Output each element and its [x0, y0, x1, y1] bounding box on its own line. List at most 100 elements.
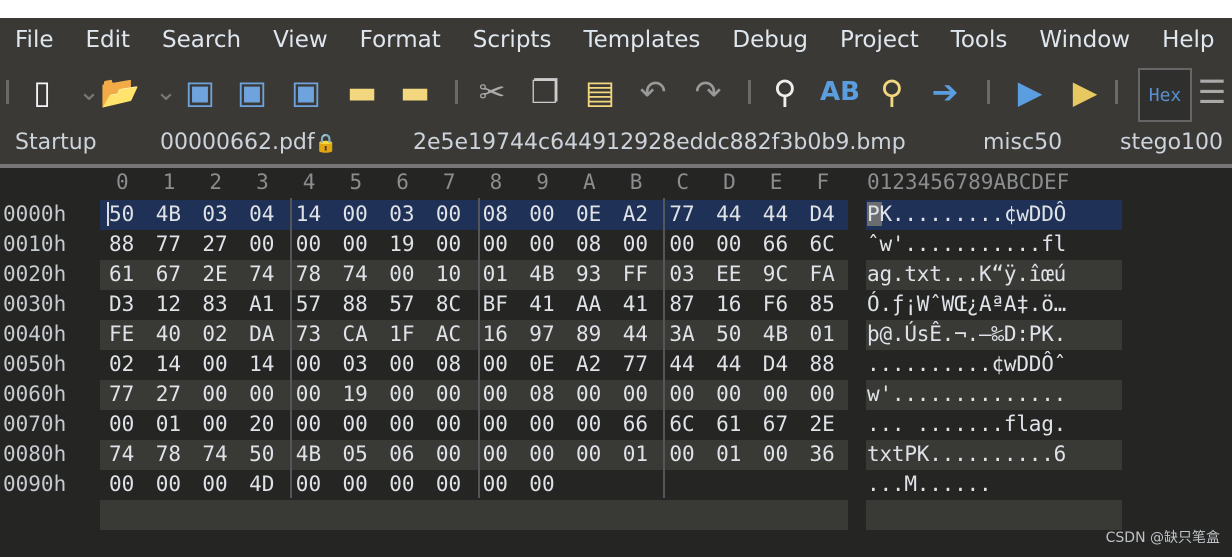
- hex-byte[interactable]: 44: [669, 352, 694, 376]
- hex-byte[interactable]: 78: [156, 442, 181, 466]
- hex-byte[interactable]: 00: [669, 382, 694, 406]
- hex-byte[interactable]: FE: [109, 322, 134, 346]
- hex-byte[interactable]: 4B: [763, 322, 788, 346]
- hex-byte[interactable]: 08: [436, 352, 461, 376]
- new-file-icon[interactable]: ▯: [22, 70, 62, 114]
- hex-byte[interactable]: 73: [296, 322, 321, 346]
- hex-byte[interactable]: 03: [202, 202, 227, 226]
- hex-byte[interactable]: 6C: [810, 232, 835, 256]
- hex-byte[interactable]: 00: [529, 472, 554, 496]
- hex-byte[interactable]: 85: [810, 292, 835, 316]
- hex-byte[interactable]: 74: [202, 442, 227, 466]
- tab-3[interactable]: misc50: [983, 130, 1062, 155]
- find-in-files-icon[interactable]: ⚲: [872, 70, 912, 114]
- hex-byte[interactable]: 01: [810, 322, 835, 346]
- hex-byte[interactable]: 88: [109, 232, 134, 256]
- menu-search[interactable]: Search: [162, 27, 241, 53]
- menu-window[interactable]: Window: [1039, 27, 1130, 53]
- hex-byte[interactable]: 16: [716, 292, 741, 316]
- redo-icon[interactable]: ↷: [688, 70, 728, 114]
- hex-byte[interactable]: 00: [436, 472, 461, 496]
- hex-byte[interactable]: A1: [249, 292, 274, 316]
- hex-byte[interactable]: 00: [529, 412, 554, 436]
- menu-view[interactable]: View: [273, 27, 328, 53]
- save-icon[interactable]: ▣: [180, 70, 220, 114]
- hex-byte[interactable]: 00: [296, 472, 321, 496]
- hex-byte[interactable]: D3: [109, 292, 134, 316]
- hex-byte[interactable]: 00: [296, 382, 321, 406]
- hex-byte[interactable]: 00: [436, 202, 461, 226]
- compare-icon[interactable]: ☰: [1192, 70, 1232, 114]
- hex-byte[interactable]: 00: [202, 382, 227, 406]
- menu-help[interactable]: Help: [1162, 27, 1214, 53]
- hex-byte[interactable]: 00: [202, 472, 227, 496]
- hex-byte[interactable]: 00: [389, 352, 414, 376]
- hex-byte[interactable]: 74: [343, 262, 368, 286]
- hex-byte[interactable]: 50: [716, 322, 741, 346]
- hex-byte[interactable]: 00: [109, 412, 134, 436]
- hex-byte[interactable]: 00: [109, 472, 134, 496]
- ascii-text[interactable]: ..........¢wDDÔˆ: [867, 352, 1066, 376]
- hex-byte[interactable]: 77: [623, 352, 648, 376]
- hex-byte[interactable]: A2: [576, 352, 601, 376]
- hex-byte[interactable]: 00: [343, 202, 368, 226]
- hex-byte[interactable]: 00: [202, 352, 227, 376]
- hex-byte[interactable]: 00: [202, 412, 227, 436]
- open-folder-icon[interactable]: 📂: [100, 70, 140, 114]
- hex-byte[interactable]: 00: [296, 352, 321, 376]
- hex-byte[interactable]: 10: [436, 262, 461, 286]
- hex-byte[interactable]: 00: [343, 472, 368, 496]
- hex-byte[interactable]: CA: [343, 322, 368, 346]
- hex-byte[interactable]: 27: [156, 382, 181, 406]
- hex-byte[interactable]: 14: [249, 352, 274, 376]
- hex-byte[interactable]: 66: [623, 412, 648, 436]
- hex-byte[interactable]: AC: [436, 322, 461, 346]
- tab-2[interactable]: 2e5e19744c644912928eddc882f3b0b9.bmp: [413, 130, 906, 155]
- ascii-text[interactable]: þ@.ÚsÊ.¬.—‰D:PK.: [867, 322, 1066, 346]
- hex-byte[interactable]: F6: [763, 292, 788, 316]
- hex-byte[interactable]: 01: [156, 412, 181, 436]
- hex-byte[interactable]: 00: [669, 442, 694, 466]
- hex-byte[interactable]: 97: [529, 322, 554, 346]
- hex-byte[interactable]: 00: [436, 232, 461, 256]
- hex-byte[interactable]: FF: [623, 262, 648, 286]
- hex-byte[interactable]: 01: [623, 442, 648, 466]
- hex-byte[interactable]: 19: [389, 232, 414, 256]
- tab-1[interactable]: 00000662.pdf🔒: [160, 130, 337, 155]
- hex-byte[interactable]: 77: [109, 382, 134, 406]
- copy-icon[interactable]: ❐: [525, 70, 565, 114]
- hex-byte[interactable]: 77: [669, 202, 694, 226]
- hex-byte[interactable]: 88: [810, 352, 835, 376]
- hex-byte[interactable]: 89: [576, 322, 601, 346]
- hex-byte[interactable]: 00: [716, 232, 741, 256]
- folder-icon[interactable]: ▬: [342, 70, 382, 114]
- hex-byte[interactable]: 00: [483, 382, 508, 406]
- hex-byte[interactable]: 4B: [529, 262, 554, 286]
- hex-editor[interactable]: 0 1 2 3 4 5 6 7 8 9 A B C D E F 0123456789ABCDEF 0000h 50 4…: [0, 168, 1232, 557]
- hex-byte[interactable]: 00: [483, 472, 508, 496]
- hex-byte[interactable]: 40: [156, 322, 181, 346]
- hex-byte[interactable]: 08: [483, 202, 508, 226]
- hex-byte[interactable]: 50: [249, 442, 274, 466]
- hex-byte[interactable]: 4B: [156, 202, 181, 226]
- hex-byte[interactable]: 01: [483, 262, 508, 286]
- hex-byte[interactable]: 16: [483, 322, 508, 346]
- ascii-text[interactable]: ...M......: [867, 472, 992, 496]
- hex-byte[interactable]: 00: [483, 232, 508, 256]
- hex-byte[interactable]: 27: [202, 232, 227, 256]
- hex-byte[interactable]: 08: [576, 232, 601, 256]
- hex-byte[interactable]: 57: [389, 292, 414, 316]
- hex-byte[interactable]: 04: [249, 202, 274, 226]
- hex-byte[interactable]: 93: [576, 262, 601, 286]
- hex-byte[interactable]: 61: [109, 262, 134, 286]
- ascii-text[interactable]: PK.........¢wDDÔ: [867, 202, 1066, 226]
- hex-byte[interactable]: 14: [156, 352, 181, 376]
- hex-byte[interactable]: 00: [296, 232, 321, 256]
- hex-byte[interactable]: 00: [436, 412, 461, 436]
- hex-byte[interactable]: 02: [202, 322, 227, 346]
- hex-byte[interactable]: 2E: [810, 412, 835, 436]
- hex-byte[interactable]: 3A: [669, 322, 694, 346]
- hex-byte[interactable]: FA: [810, 262, 835, 286]
- hex-byte[interactable]: 00: [296, 412, 321, 436]
- hex-byte[interactable]: D4: [763, 352, 788, 376]
